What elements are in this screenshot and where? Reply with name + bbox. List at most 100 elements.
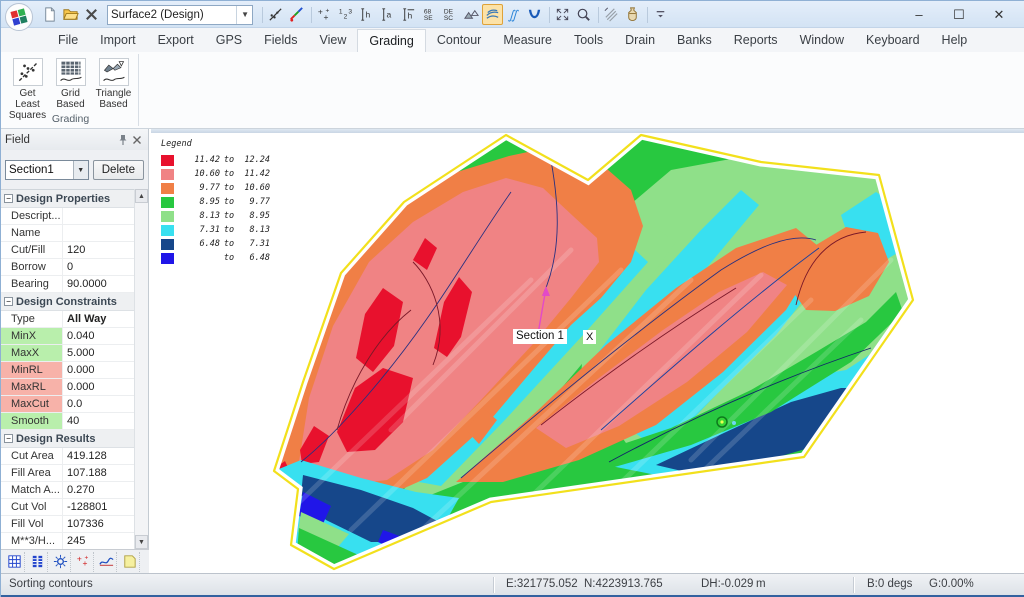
column-view-icon[interactable]	[27, 552, 48, 572]
number-points-icon[interactable]: 123	[335, 4, 356, 25]
color-breakline-icon[interactable]	[286, 4, 307, 25]
overflow-icon[interactable]	[650, 4, 671, 25]
property-label: MinRL	[1, 362, 63, 378]
property-label: Cut Area	[1, 448, 63, 464]
svg-text:SC: SC	[444, 15, 453, 22]
terrain-bands	[269, 135, 913, 569]
status-northing: N:4223913.765	[584, 578, 663, 590]
menu-bar: FileImportExportGPSFieldsViewGradingCont…	[1, 28, 1024, 52]
station-labels-icon[interactable]: 68SE	[419, 4, 440, 25]
legend-row: 10.60to11.42	[161, 167, 270, 181]
grid-section-header[interactable]: −Design Properties	[1, 190, 148, 208]
legend-text: 12.24	[238, 155, 270, 165]
scroll-down-icon[interactable]: ▼	[135, 535, 148, 549]
menu-item-import[interactable]: Import	[89, 29, 146, 52]
grid-section-header[interactable]: −Design Constraints	[1, 293, 148, 311]
menu-item-help[interactable]: Help	[931, 29, 979, 52]
urn-icon[interactable]	[622, 4, 643, 25]
profile-icon[interactable]	[96, 552, 117, 572]
property-label: MaxCut	[1, 396, 63, 412]
section-selector[interactable]: Section1 ▼	[5, 160, 89, 180]
menu-item-tools[interactable]: Tools	[563, 29, 614, 52]
menu-item-contour[interactable]: Contour	[426, 29, 492, 52]
close-surface-icon[interactable]	[81, 4, 102, 25]
ribbon: Get Least Squares Grid Based	[1, 52, 1024, 129]
scroll-up-icon[interactable]: ▲	[135, 189, 148, 203]
chevron-down-icon[interactable]: ▼	[236, 6, 249, 24]
surface-selector[interactable]: Surface2 (Design) ▼	[107, 5, 253, 25]
add-points-icon[interactable]: +++	[314, 4, 335, 25]
new-file-icon[interactable]	[39, 4, 60, 25]
panel-close-icon[interactable]	[130, 133, 144, 147]
annotate-depth-icon[interactable]: a	[377, 4, 398, 25]
legend-row: 8.13to8.95	[161, 209, 270, 223]
draw-breakline-icon[interactable]	[265, 4, 286, 25]
menu-item-drain[interactable]: Drain	[614, 29, 666, 52]
legend-text: 9.77	[188, 183, 220, 193]
delete-button[interactable]: Delete	[93, 160, 144, 180]
grid-section-title: Design Constraints	[16, 296, 117, 308]
menu-item-measure[interactable]: Measure	[492, 29, 563, 52]
legend-swatch	[161, 239, 174, 250]
triangle-based-icon	[99, 58, 129, 86]
menu-item-gps[interactable]: GPS	[205, 29, 253, 52]
property-label: Descript...	[1, 208, 63, 224]
annotate-level-icon[interactable]: h	[398, 4, 419, 25]
ribbon-group-grading: Get Least Squares Grid Based	[3, 54, 139, 126]
annotate-height-icon[interactable]: h	[356, 4, 377, 25]
legend-text: 8.13	[188, 211, 220, 221]
legend-text: 8.13	[238, 225, 270, 235]
triangulation-icon[interactable]	[461, 4, 482, 25]
collapse-icon[interactable]: −	[4, 434, 13, 443]
menu-item-banks[interactable]: Banks	[666, 29, 723, 52]
sections-icon[interactable]: ∬	[503, 4, 524, 25]
property-row: Descript...	[1, 208, 148, 225]
field-panel-header: Field	[1, 129, 148, 150]
gear-icon[interactable]	[50, 552, 71, 572]
legend-row: to6.48	[161, 251, 270, 265]
grid-view-icon[interactable]	[4, 552, 25, 572]
grid-scrollbar[interactable]: ▲ ▼	[134, 189, 148, 549]
menu-item-reports[interactable]: Reports	[723, 29, 789, 52]
menu-item-file[interactable]: File	[47, 29, 89, 52]
application-window: Surface2 (Design) ▼ +++123hah68SEDESC∬ –…	[0, 0, 1024, 597]
grid-section-title: Design Properties	[16, 193, 110, 205]
minimize-button[interactable]: –	[899, 1, 939, 28]
ribbon-group-caption: Grading	[3, 113, 138, 125]
zoom-window-icon[interactable]	[573, 4, 594, 25]
channel-icon[interactable]	[524, 4, 545, 25]
legend-text: to	[220, 253, 238, 263]
legend-text: 6.48	[238, 253, 270, 263]
menu-item-fields[interactable]: Fields	[253, 29, 308, 52]
legend-row: 6.48to7.31	[161, 237, 270, 251]
open-folder-icon[interactable]	[60, 4, 81, 25]
menu-item-grading[interactable]: Grading	[357, 29, 425, 52]
pin-icon[interactable]	[116, 133, 130, 147]
status-dh: DH:-0.029	[701, 578, 753, 590]
property-row: Match A...0.270	[1, 482, 148, 499]
maximize-button[interactable]: ☐	[939, 1, 979, 28]
property-row: Cut/Fill120	[1, 242, 148, 259]
zoom-extents-icon[interactable]	[552, 4, 573, 25]
app-logo-icon[interactable]	[4, 2, 34, 32]
section-label-close[interactable]: X	[583, 330, 596, 344]
yellow-page-icon[interactable]	[119, 552, 140, 572]
menu-item-window[interactable]: Window	[789, 29, 855, 52]
menu-item-export[interactable]: Export	[147, 29, 205, 52]
hatch-icon[interactable]	[601, 4, 622, 25]
property-row: Name	[1, 225, 148, 242]
grid-section-header[interactable]: −Design Results	[1, 430, 148, 448]
legend-text: to	[220, 239, 238, 249]
property-row: Bearing90.0000	[1, 276, 148, 293]
desc-labels-icon[interactable]: DESC	[440, 4, 461, 25]
property-label: M**3/H...	[1, 533, 63, 549]
contours-icon[interactable]	[482, 4, 503, 25]
collapse-icon[interactable]: −	[4, 297, 13, 306]
points-red-icon[interactable]: +++	[73, 552, 94, 572]
close-button[interactable]: ✕	[979, 1, 1019, 28]
menu-item-view[interactable]: View	[308, 29, 357, 52]
collapse-icon[interactable]: −	[4, 194, 13, 203]
drawing-canvas[interactable]: Legend 11.42to12.2410.60to11.429.77to10.…	[151, 129, 1024, 573]
section-label[interactable]: Section 1	[513, 329, 567, 344]
menu-item-keyboard[interactable]: Keyboard	[855, 29, 931, 52]
